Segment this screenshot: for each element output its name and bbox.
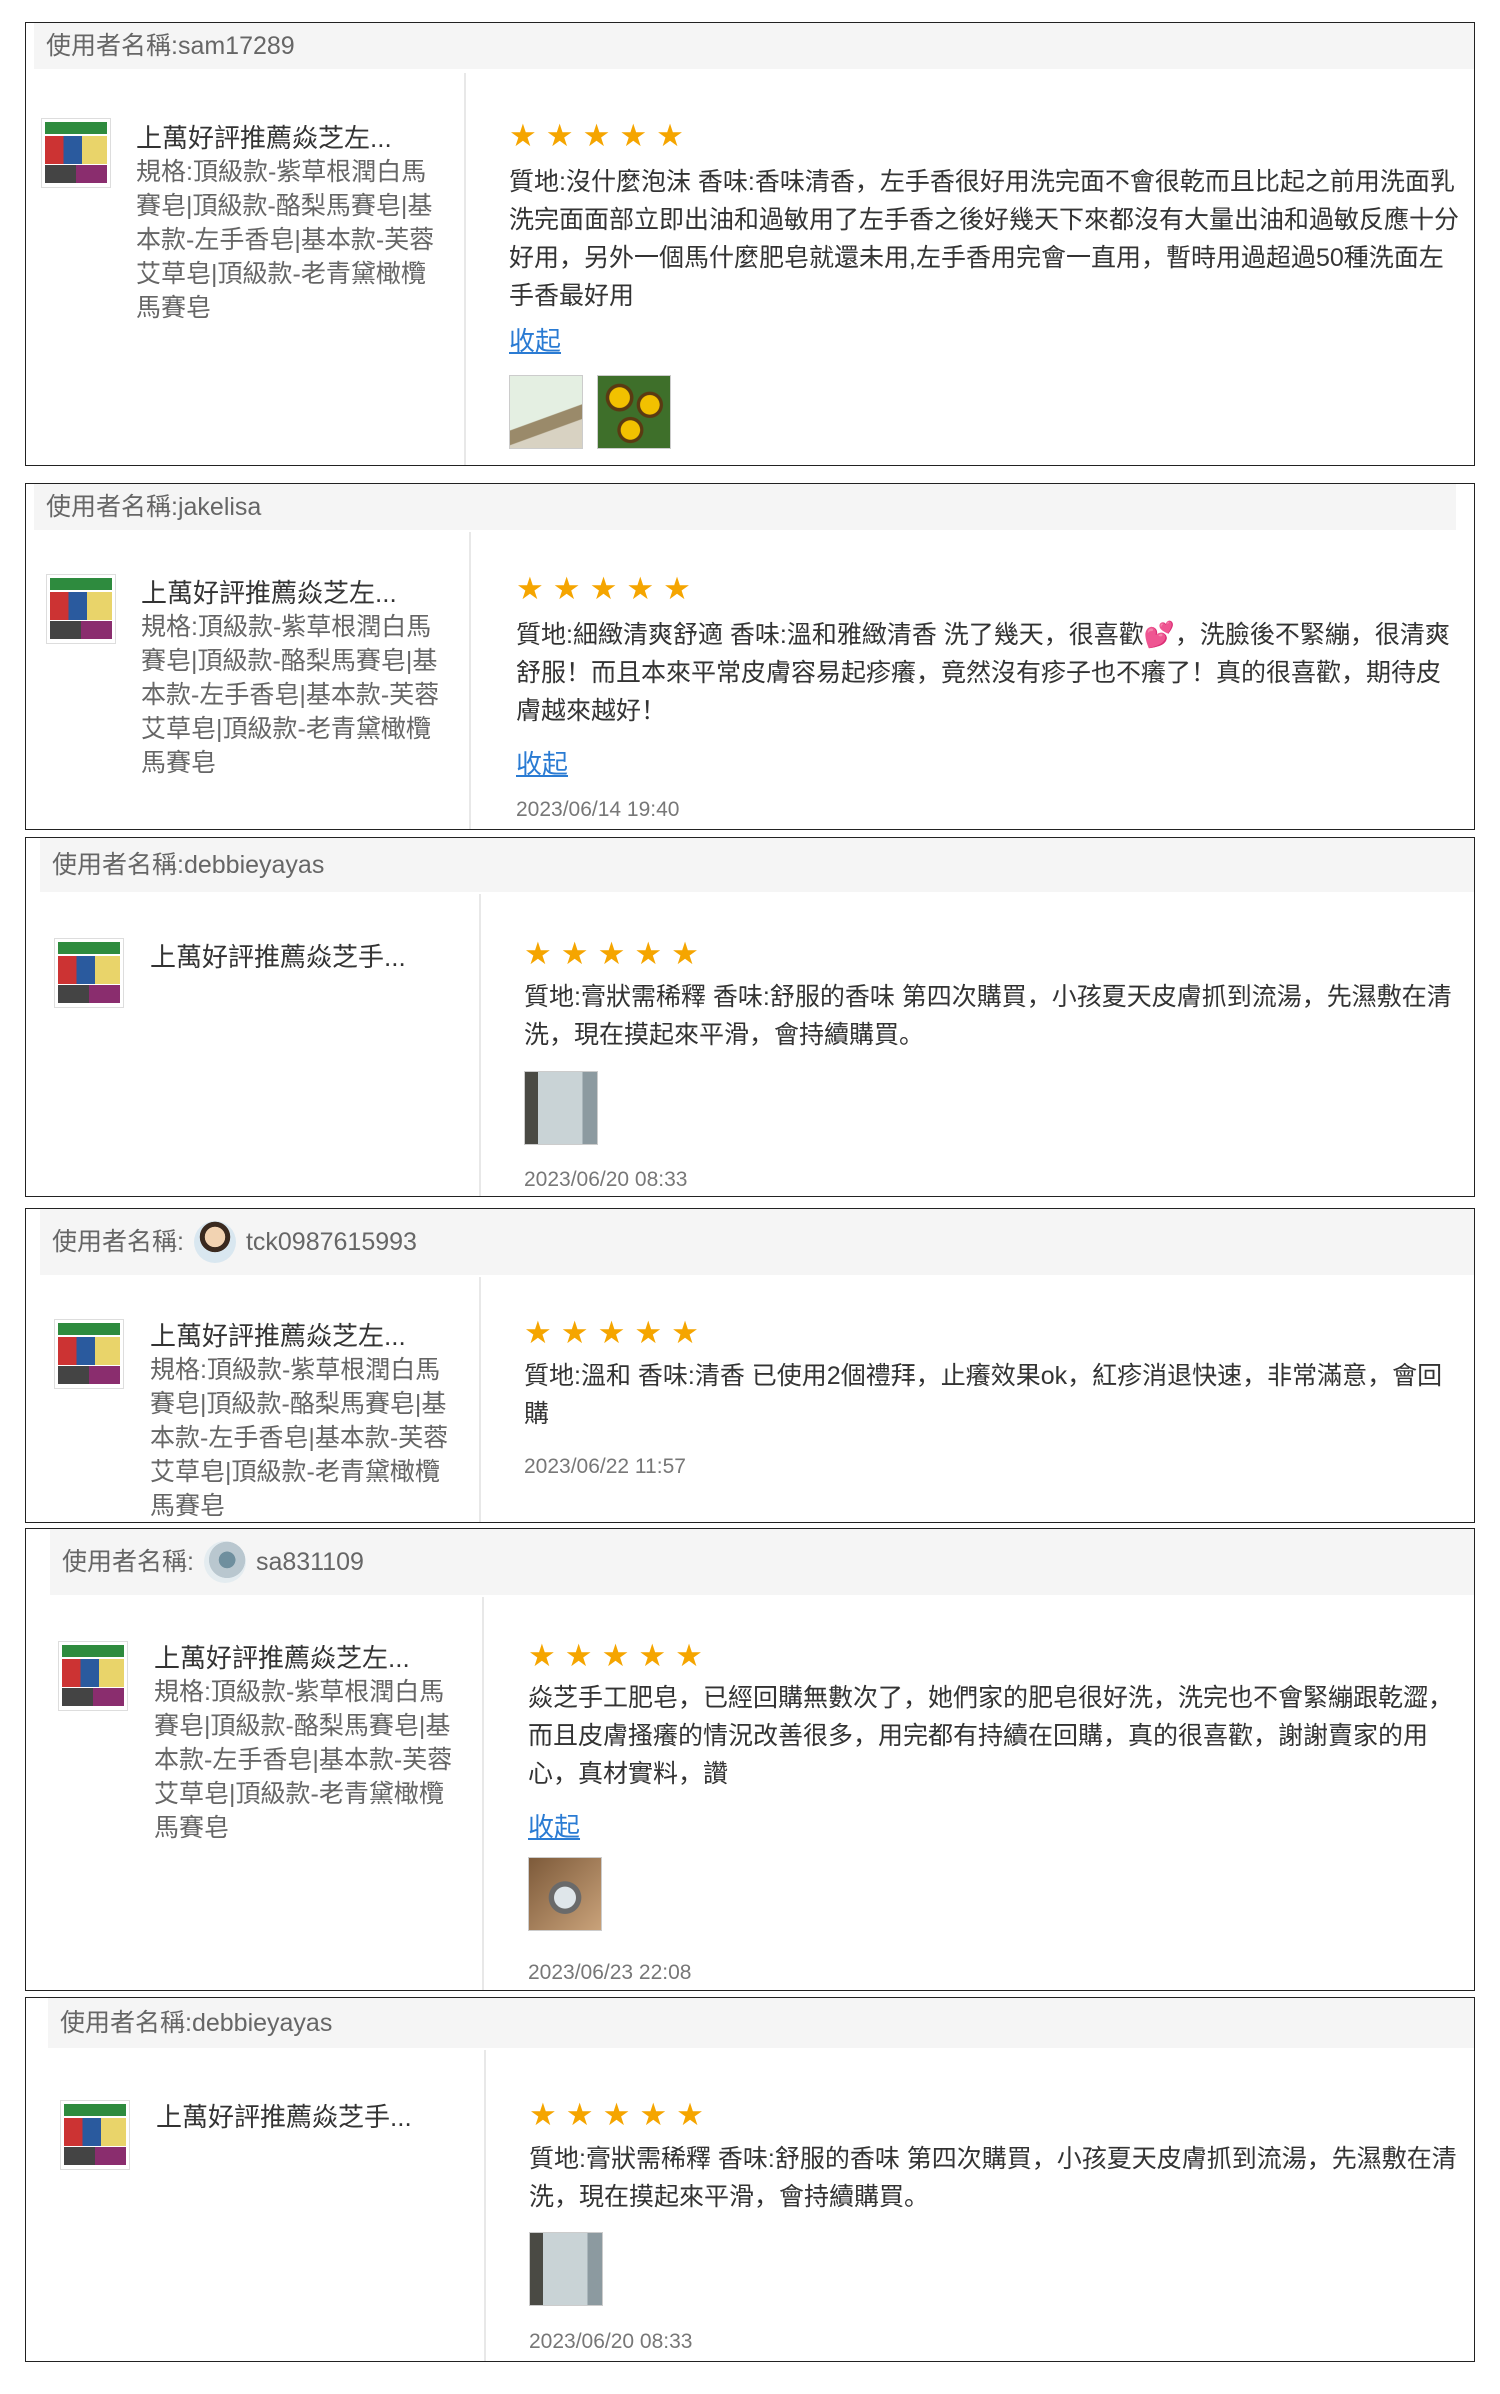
divider (482, 1597, 484, 1990)
review-card: 使用者名稱: debbieyayas 上萬好評推薦焱芝手... ★★★★★ 質地:… (25, 1997, 1475, 2362)
product-thumbnail[interactable] (54, 938, 124, 1008)
product-thumbnail[interactable] (46, 574, 116, 644)
divider (464, 73, 466, 465)
review-date: 2023/06/20 08:33 (524, 1168, 688, 1191)
review-header: 使用者名稱: debbieyayas (48, 1998, 1474, 2048)
username[interactable]: sam17289 (178, 23, 295, 69)
product-spec: 規格:頂級款-紫草根潤白馬賽皂|頂級款-酪梨馬賽皂|基本款-左手香皂|基本款-芙… (154, 1678, 453, 1842)
collapse-link[interactable]: 收起 (509, 321, 561, 358)
product-thumbnail[interactable] (58, 1641, 128, 1711)
user-label: 使用者名稱: (62, 1548, 194, 1576)
review-header: 使用者名稱: sam17289 (34, 23, 1474, 69)
product-thumbnail[interactable] (60, 2100, 130, 2170)
collapse-link[interactable]: 收起 (528, 1807, 580, 1844)
user-label: 使用者名稱: (46, 32, 178, 60)
review-comment: 質地:膏狀需稀釋 香味:舒服的香味 第四次購買，小孩夏天皮膚抓到流湯，先濕敷在清… (524, 983, 1452, 1049)
product-spec: 規格:頂級款-紫草根潤白馬賽皂|頂級款-酪梨馬賽皂|基本款-左手香皂|基本款-芙… (141, 613, 440, 777)
product-name[interactable]: 上萬好評推薦焱芝左... (150, 1319, 406, 1353)
user-label: 使用者名稱: (46, 493, 178, 521)
username[interactable]: debbieyayas (192, 1998, 332, 2048)
review-card: 使用者名稱: debbieyayas 上萬好評推薦焱芝手... ★★★★★ 質地:… (25, 837, 1475, 1197)
rating-stars: ★★★★★ (529, 2097, 713, 2132)
divider (484, 2050, 486, 2361)
username[interactable]: sa831109 (256, 1529, 364, 1595)
user-label: 使用者名稱: (52, 1228, 184, 1256)
product-name[interactable]: 上萬好評推薦焱芝左... (154, 1641, 410, 1675)
review-header: 使用者名稱: debbieyayas (40, 838, 1474, 892)
review-card: 使用者名稱: sa831109 上萬好評推薦焱芝左... 規格:頂級款-紫草根潤… (25, 1528, 1475, 1991)
divider (479, 894, 481, 1196)
review-comment: 質地:沒什麼泡沫 香味:香味清香，左手香很好用洗完面不會很乾而且比起之前用洗面乳… (509, 168, 1460, 310)
review-date: 2023/06/23 22:08 (528, 1961, 692, 1984)
product-name[interactable]: 上萬好評推薦焱芝手... (150, 940, 406, 974)
review-card: 使用者名稱: jakelisa 上萬好評推薦焱芝左... 規格:頂級款-紫草根潤白… (25, 483, 1475, 830)
rating-stars: ★★★★★ (528, 1638, 712, 1673)
username[interactable]: jakelisa (178, 484, 261, 530)
avatar[interactable] (203, 1541, 246, 1583)
user-label: 使用者名稱: (52, 851, 184, 879)
rating-stars: ★★★★★ (509, 118, 693, 153)
review-comment: 質地:溫和 香味:清香 已使用2個禮拜，止癢效果ok，紅疹消退快速，非常滿意，會… (524, 1362, 1443, 1428)
review-photo[interactable] (524, 1071, 598, 1145)
rating-stars: ★★★★★ (524, 1315, 708, 1350)
product-name[interactable]: 上萬好評推薦焱芝手... (156, 2100, 412, 2134)
review-date: 2023/06/22 11:57 (524, 1455, 686, 1478)
rating-stars: ★★★★★ (516, 571, 700, 606)
review-photo[interactable] (529, 2232, 603, 2306)
product-name[interactable]: 上萬好評推薦焱芝左... (141, 576, 397, 610)
product-spec: 規格:頂級款-紫草根潤白馬賽皂|頂級款-酪梨馬賽皂|基本款-左手香皂|基本款-芙… (150, 1356, 449, 1520)
review-card: 使用者名稱: sam17289 上萬好評推薦焱芝左... 規格:頂級款-紫草根潤白… (25, 22, 1475, 466)
product-thumbnail[interactable] (54, 1319, 124, 1389)
review-header: 使用者名稱: sa831109 (50, 1529, 1474, 1595)
divider (479, 1277, 481, 1522)
review-header: 使用者名稱: tck0987615993 (40, 1209, 1474, 1275)
username[interactable]: debbieyayas (184, 838, 324, 892)
review-header: 使用者名稱: jakelisa (34, 484, 1456, 530)
avatar[interactable] (193, 1221, 236, 1263)
user-label: 使用者名稱: (60, 2009, 192, 2037)
review-photo[interactable] (509, 375, 583, 449)
review-date: 2023/06/14 19:40 (516, 798, 680, 821)
review-comment: 質地:膏狀需稀釋 香味:舒服的香味 第四次購買，小孩夏天皮膚抓到流湯，先濕敷在清… (529, 2145, 1457, 2211)
product-spec: 規格:頂級款-紫草根潤白馬賽皂|頂級款-酪梨馬賽皂|基本款-左手香皂|基本款-芙… (136, 158, 435, 322)
review-date: 2023/06/20 08:33 (529, 2330, 693, 2353)
product-thumbnail[interactable] (41, 118, 111, 188)
collapse-link[interactable]: 收起 (516, 744, 568, 781)
review-card: 使用者名稱: tck0987615993 上萬好評推薦焱芝左... 規格:頂級款… (25, 1208, 1475, 1523)
username[interactable]: tck0987615993 (246, 1209, 417, 1275)
product-name[interactable]: 上萬好評推薦焱芝左... (136, 121, 392, 155)
rating-stars: ★★★★★ (524, 936, 708, 971)
review-photo[interactable] (528, 1857, 602, 1931)
review-comment: 質地:細緻清爽舒適 香味:溫和雅緻清香 洗了幾天，很喜歡💕，洗臉後不緊繃，很清爽… (516, 621, 1450, 725)
review-photo[interactable] (597, 375, 671, 449)
review-comment: 焱芝手工肥皂，已經回購無數次了，她們家的肥皂很好洗，洗完也不會緊繃跟乾澀，而且皮… (528, 1684, 1454, 1788)
divider (469, 532, 471, 829)
